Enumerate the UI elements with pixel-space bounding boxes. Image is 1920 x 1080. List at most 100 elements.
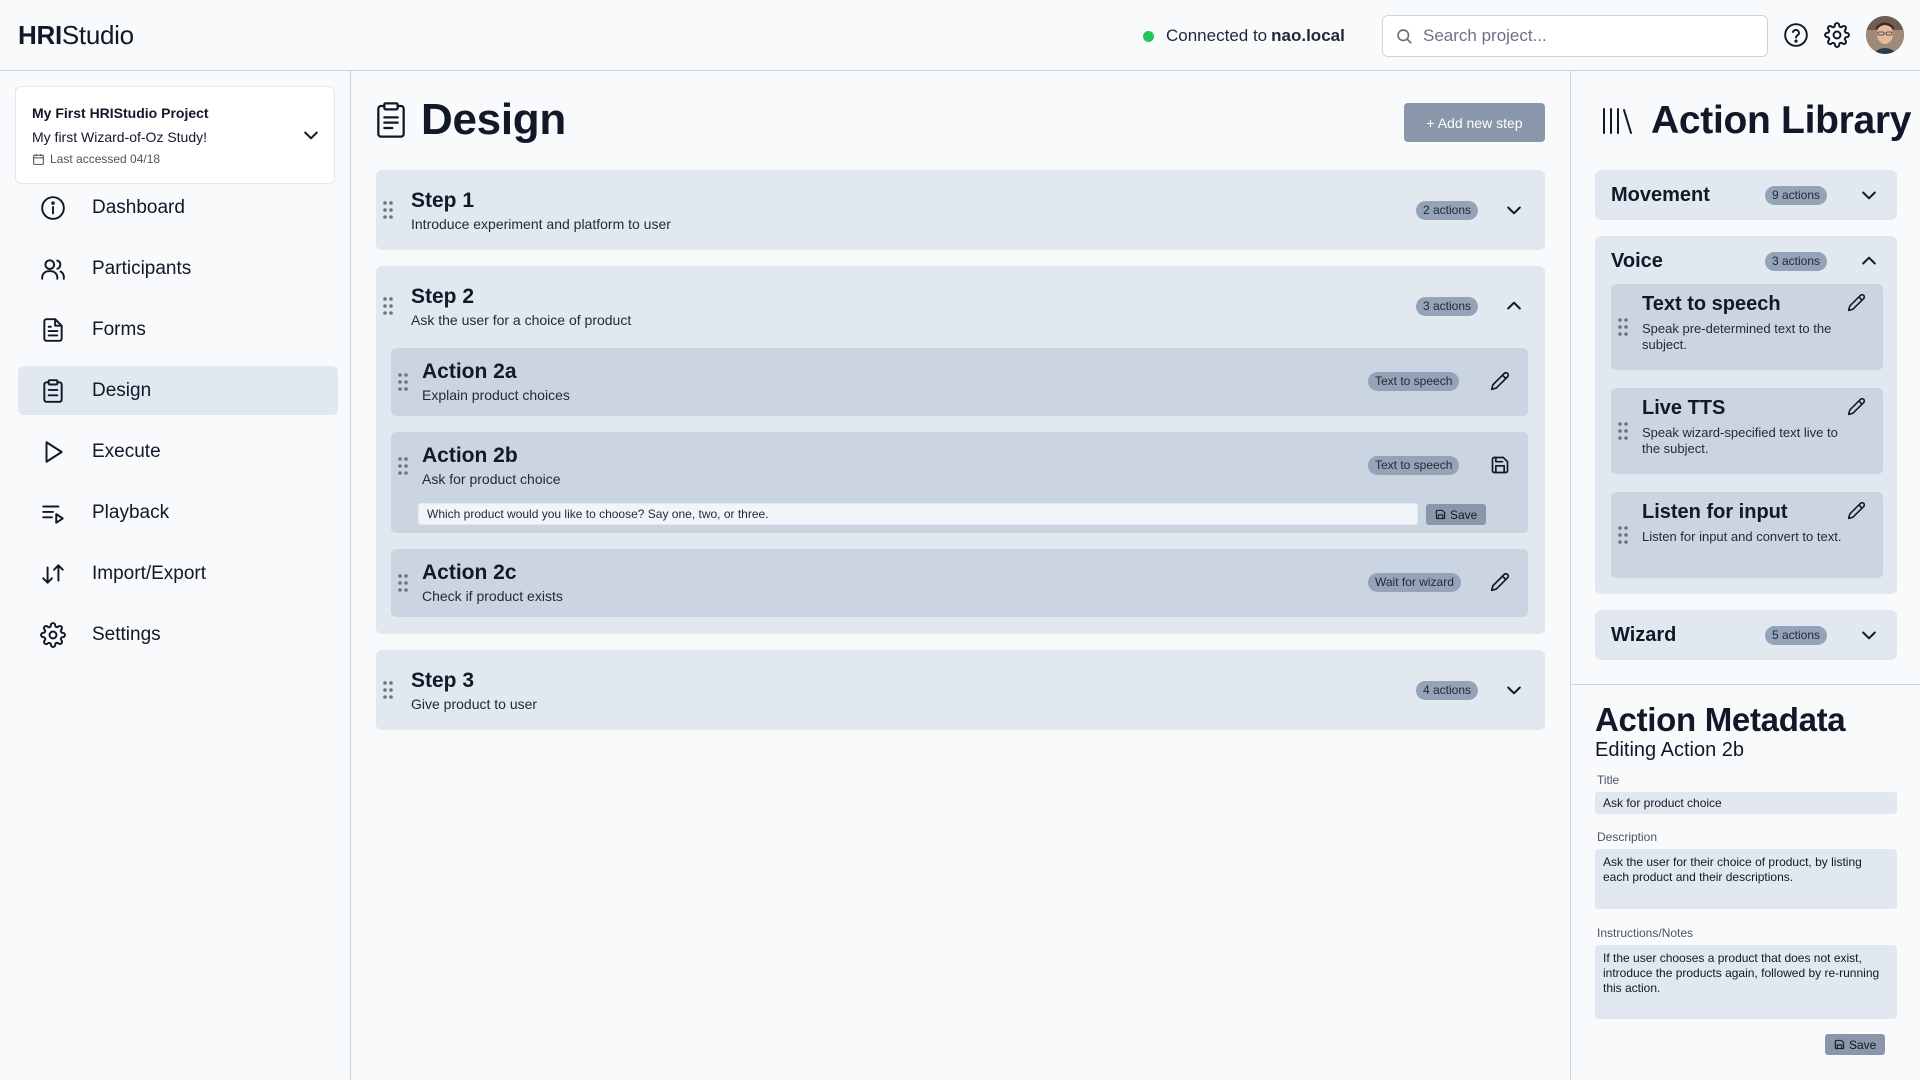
pencil-icon[interactable]	[1847, 397, 1866, 416]
sidebar-item-label: Import/Export	[92, 562, 207, 584]
connection-status: Connected to nao.local	[1143, 26, 1345, 46]
sidebar-item-forms[interactable]: Forms	[18, 305, 338, 354]
sidebar-item-label: Playback	[92, 501, 170, 523]
add-step-button[interactable]: + Add new step	[1404, 103, 1545, 142]
library-item-listen-for-input[interactable]: Listen for input Listen for input and co…	[1611, 492, 1883, 578]
category-movement[interactable]: Movement 9 actions	[1595, 170, 1897, 220]
drag-handle-icon[interactable]	[1617, 525, 1629, 545]
sidebar-item-execute[interactable]: Execute	[18, 427, 338, 476]
description-field[interactable]: Ask the user for their choice of product…	[1595, 849, 1897, 909]
sidebar-item-design[interactable]: Design	[18, 366, 338, 415]
save-icon	[1834, 1039, 1845, 1050]
drag-handle-icon[interactable]	[397, 573, 409, 593]
drag-handle-icon[interactable]	[382, 680, 394, 700]
category-name: Movement	[1611, 184, 1710, 206]
calendar-icon	[33, 153, 44, 165]
pencil-icon[interactable]	[1490, 572, 1510, 592]
sidebar-item-label: Design	[92, 379, 152, 401]
category-voice[interactable]: Voice 3 actions Text to speech Speak pre…	[1595, 236, 1897, 594]
app-logo[interactable]: HRIStudio	[18, 20, 134, 51]
chevron-down-icon[interactable]	[1504, 200, 1524, 220]
step-description: Introduce experiment and platform to use…	[411, 216, 671, 232]
library-item-live-tts[interactable]: Live TTS Speak wizard-specified text liv…	[1611, 388, 1883, 474]
action-description: Ask for product choice	[422, 471, 561, 487]
action-card-2c[interactable]: Action 2c Check if product exists Wait f…	[391, 549, 1528, 617]
right-panel: Action Library Movement 9 actions Voice …	[1570, 71, 1920, 1080]
play-icon	[45, 440, 63, 463]
drag-handle-icon[interactable]	[382, 296, 394, 316]
clipboard-icon	[43, 378, 63, 403]
file-text-icon	[43, 317, 63, 342]
chevron-up-icon[interactable]	[1504, 296, 1524, 316]
connection-host: nao.local	[1271, 26, 1345, 45]
step-action-count-badge: 4 actions	[1416, 681, 1479, 700]
library-item-description: Speak wizard-specified text live to the …	[1642, 425, 1838, 456]
drag-handle-icon[interactable]	[1617, 421, 1629, 441]
chevron-up-icon[interactable]	[1859, 251, 1879, 271]
step-card-1[interactable]: Step 1 Introduce experiment and platform…	[376, 170, 1545, 250]
search-box[interactable]	[1382, 15, 1768, 57]
step-card-3[interactable]: Step 3 Give product to user 4 actions	[376, 650, 1545, 730]
drag-handle-icon[interactable]	[1617, 317, 1629, 337]
title-field[interactable]: Ask for product choice	[1595, 792, 1897, 814]
sidebar-item-import-export[interactable]: Import/Export	[18, 549, 338, 598]
chevron-down-icon[interactable]	[1504, 680, 1524, 700]
last-accessed-text: Last accessed 04/18	[50, 152, 161, 166]
chevron-down-icon[interactable]	[1859, 625, 1879, 645]
sidebar-item-participants[interactable]: Participants	[18, 244, 338, 293]
avatar-image	[1866, 16, 1904, 54]
save-tts-button[interactable]: Save	[1426, 504, 1487, 525]
pencil-icon[interactable]	[1847, 501, 1866, 520]
save-label: Save	[1450, 507, 1478, 522]
help-circle-icon	[1784, 23, 1808, 47]
library-item-name: Live TTS	[1642, 397, 1726, 419]
step-title: Step 3	[411, 669, 475, 692]
step-action-count-badge: 2 actions	[1416, 201, 1479, 220]
action-card-2b[interactable]: Action 2b Ask for product choice Text to…	[391, 432, 1528, 533]
title-field-label: Title	[1597, 773, 1620, 787]
sidebar-item-label: Participants	[92, 257, 192, 279]
gear-icon	[40, 621, 66, 648]
search-input[interactable]	[1423, 26, 1743, 46]
pencil-icon[interactable]	[1847, 293, 1866, 312]
action-card-2a[interactable]: Action 2a Explain product choices Text t…	[391, 348, 1528, 416]
action-title: Action 2c	[422, 561, 517, 584]
action-title: Action 2a	[422, 360, 517, 383]
category-name: Wizard	[1611, 624, 1677, 646]
library-icon	[1603, 108, 1632, 134]
notes-field[interactable]: If the user chooses a product that does …	[1595, 945, 1897, 1019]
brand-bold: HRI	[18, 20, 62, 50]
sidebar-item-label: Execute	[92, 440, 161, 462]
save-metadata-button[interactable]: Save	[1825, 1034, 1886, 1055]
gear-icon	[1824, 22, 1850, 48]
drag-handle-icon[interactable]	[382, 200, 394, 220]
category-wizard[interactable]: Wizard 5 actions	[1595, 610, 1897, 660]
step-card-2[interactable]: Step 2 Ask the user for a choice of prod…	[376, 266, 1545, 634]
user-avatar[interactable]	[1866, 16, 1904, 54]
pencil-icon[interactable]	[1490, 371, 1510, 391]
arrows-up-down-icon	[42, 563, 64, 584]
chevron-down-icon[interactable]	[1859, 185, 1879, 205]
library-item-text-to-speech[interactable]: Text to speech Speak pre-determined text…	[1611, 284, 1883, 370]
project-name: My First HRIStudio Project	[32, 105, 209, 121]
action-description: Check if product exists	[422, 588, 563, 604]
settings-button[interactable]	[1824, 22, 1850, 48]
panel-divider	[1571, 684, 1920, 685]
help-button[interactable]	[1783, 22, 1809, 48]
library-item-name: Text to speech	[1642, 293, 1781, 315]
sidebar-item-settings[interactable]: Settings	[18, 610, 338, 659]
sidebar-item-dashboard[interactable]: Dashboard	[18, 183, 338, 232]
drag-handle-icon[interactable]	[397, 372, 409, 392]
project-selector[interactable]: My First HRIStudio Project My first Wiza…	[15, 86, 335, 184]
sidebar-item-label: Dashboard	[92, 196, 185, 218]
search-icon	[1397, 29, 1412, 44]
library-title: Action Library	[1651, 99, 1912, 142]
drag-handle-icon[interactable]	[397, 456, 409, 476]
tts-text-input[interactable]	[418, 503, 1418, 525]
connection-status-dot	[1143, 30, 1154, 42]
project-study: My first Wizard-of-Oz Study!	[32, 129, 208, 145]
save-icon[interactable]	[1490, 455, 1510, 475]
chevron-down-icon[interactable]	[301, 125, 321, 145]
action-title: Action 2b	[422, 444, 518, 467]
sidebar-item-playback[interactable]: Playback	[18, 488, 338, 537]
